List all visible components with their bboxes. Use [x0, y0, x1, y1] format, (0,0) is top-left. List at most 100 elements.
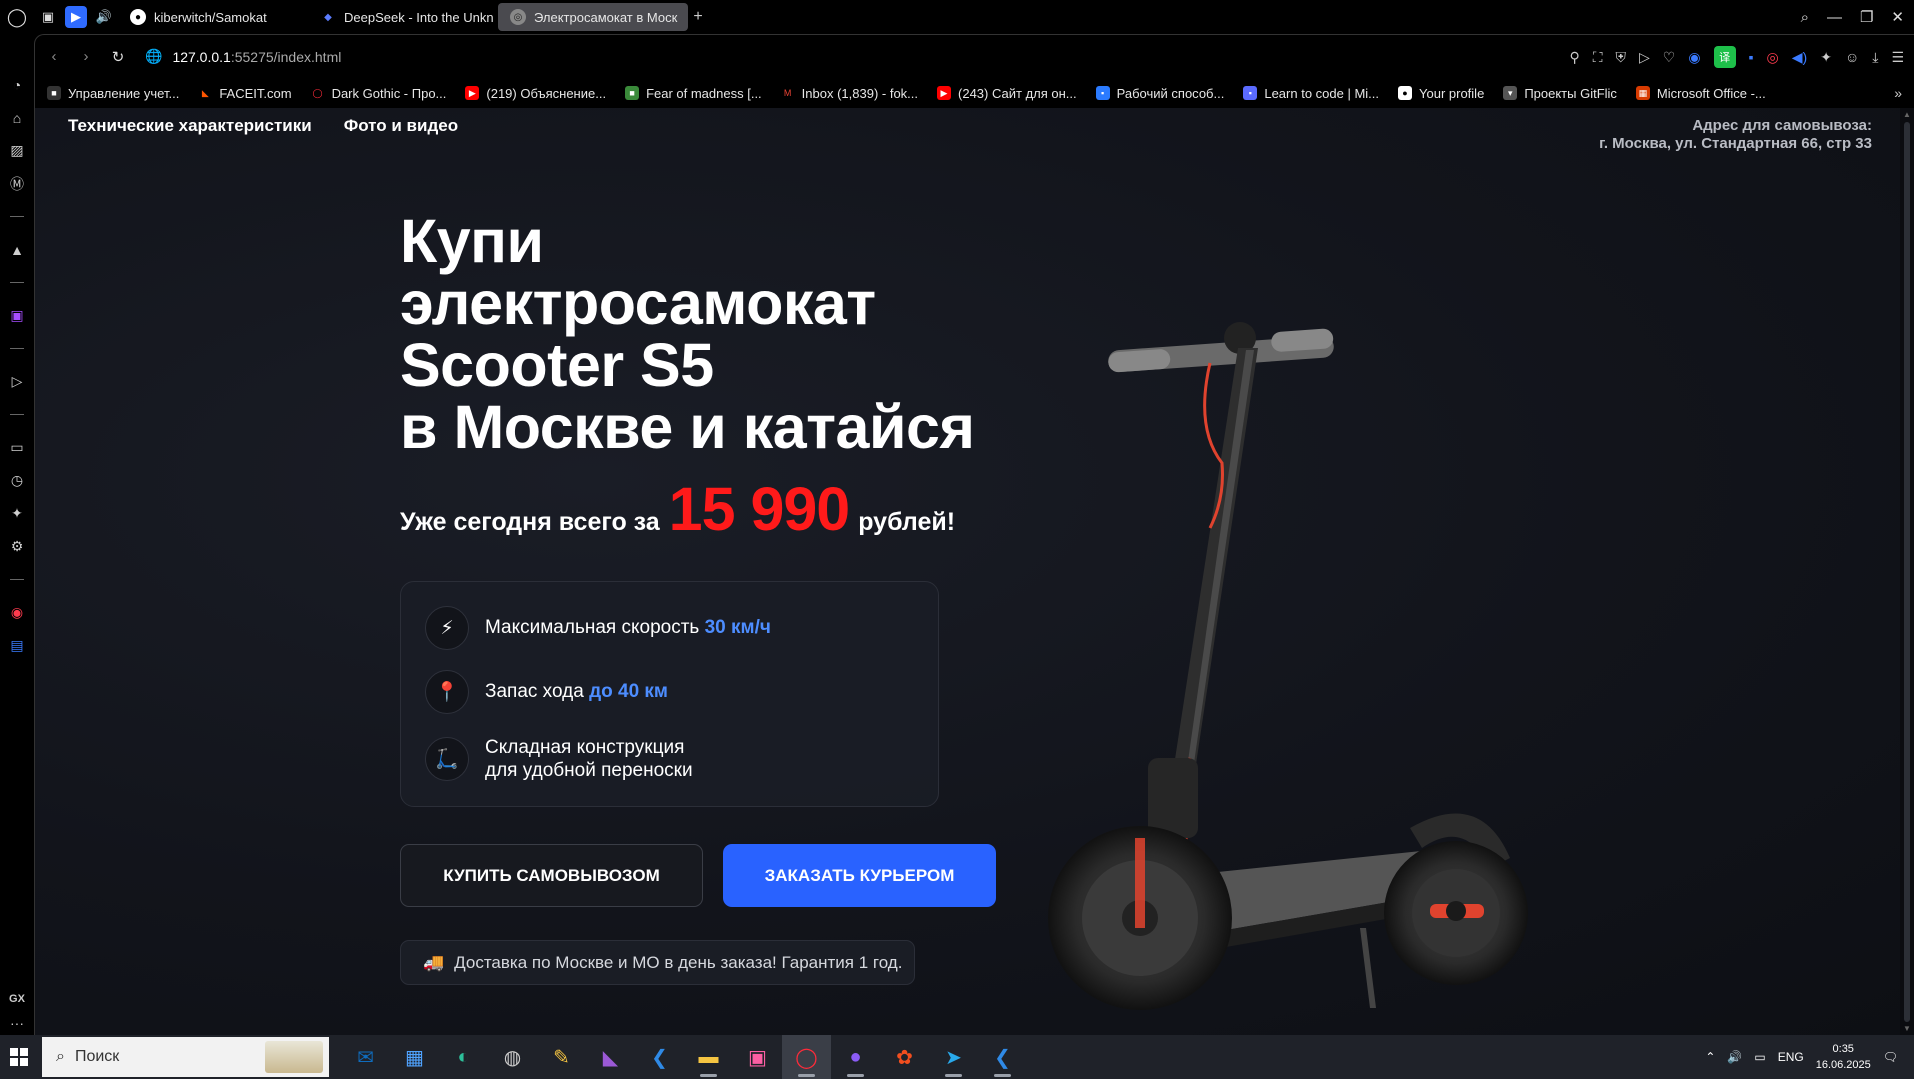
- restore-button[interactable]: ❐: [1860, 8, 1873, 26]
- network-icon[interactable]: ▭: [1754, 1050, 1765, 1064]
- audio-icon[interactable]: ◀): [1792, 49, 1807, 66]
- bookmark-label: Проекты GitFlic: [1524, 85, 1617, 101]
- bookmarks-more-icon[interactable]: »: [1894, 85, 1902, 101]
- pickup-label: Адрес для самовывоза:: [1692, 117, 1872, 134]
- sound-icon[interactable]: 🔊: [93, 6, 115, 28]
- bookmark-item[interactable]: ■ Fear of madness [...: [625, 86, 762, 101]
- shield-icon[interactable]: ⛨: [1616, 49, 1627, 66]
- m-icon[interactable]: Ⓜ: [0, 167, 34, 200]
- heart-icon[interactable]: ♡: [1663, 49, 1676, 66]
- opera-menu-icon[interactable]: ◯: [0, 0, 34, 34]
- vpn-icon[interactable]: ◉: [1688, 49, 1700, 66]
- order-courier-button[interactable]: ЗАКАЗАТЬ КУРЬЕРОМ: [723, 844, 996, 907]
- paint-icon[interactable]: ✎: [537, 1035, 586, 1079]
- bookmark-item[interactable]: ▪ Learn to code | Mi...: [1243, 86, 1379, 101]
- send-icon[interactable]: ▷: [1639, 49, 1650, 66]
- store-icon[interactable]: ▦: [390, 1035, 439, 1079]
- reload-icon[interactable]: ↻: [105, 44, 131, 70]
- url-field[interactable]: 🌐 127.0.0.1:55275/index.html: [145, 48, 341, 65]
- profile-icon[interactable]: ☺: [1845, 49, 1859, 65]
- settings-icon[interactable]: ⚙: [0, 530, 34, 563]
- site-info-icon[interactable]: 🌐: [145, 48, 162, 65]
- forward-icon[interactable]: ›: [73, 44, 99, 70]
- gx-ext-icon[interactable]: ◎: [1767, 49, 1779, 66]
- translate-icon[interactable]: ▤: [0, 629, 34, 662]
- download-icon[interactable]: ⤓: [1872, 49, 1878, 66]
- bookmark-item[interactable]: ▾ Проекты GitFlic: [1503, 86, 1617, 101]
- extensions-icon[interactable]: ✦: [0, 497, 34, 530]
- bookmark-item[interactable]: ▪ Рабочий способ...: [1095, 86, 1224, 101]
- nav-specs-link[interactable]: Технические характеристики: [68, 116, 312, 136]
- tab-github[interactable]: ● kiberwitch/Samokat: [118, 3, 308, 31]
- telegram-icon[interactable]: ➤: [929, 1035, 978, 1079]
- outlook-icon[interactable]: ✉: [341, 1035, 390, 1079]
- close-button[interactable]: ✕: [1891, 8, 1904, 26]
- tray-chevron-icon[interactable]: ⌃: [1705, 1050, 1715, 1064]
- sidebar-divider: [10, 216, 24, 217]
- github-desktop-icon[interactable]: ●: [831, 1035, 880, 1079]
- vscode-icon[interactable]: ❮: [635, 1035, 684, 1079]
- visual-studio-icon[interactable]: ◣: [586, 1035, 635, 1079]
- cube-icon: ■: [625, 86, 640, 100]
- pin-icon[interactable]: ⚲: [1569, 49, 1579, 66]
- player-icon[interactable]: ▶: [65, 6, 87, 28]
- racing-app-icon[interactable]: ◍: [488, 1035, 537, 1079]
- search-tabs-icon[interactable]: ⌕: [1801, 9, 1809, 26]
- notifications-icon[interactable]: 🗨: [1883, 1050, 1898, 1064]
- box-icon[interactable]: ⌂: [0, 101, 34, 134]
- chat-icon: ▪: [1095, 86, 1110, 100]
- bookmark-item[interactable]: ▶ (219) Объяснение...: [465, 86, 606, 101]
- bookmark-item[interactable]: ▦ Microsoft Office -...: [1635, 86, 1766, 101]
- feature-text: для удобной переноски: [485, 760, 693, 781]
- windows-start-icon[interactable]: [0, 1035, 38, 1079]
- opera-gx-icon[interactable]: ◯: [782, 1035, 831, 1079]
- windows-taskbar: ⌕ Поиск ✉ ▦ ◐ ◍ ✎ ◣ ❮ ▬ ▣ ◯ ● ✿ ➤ ❮ ⌃ 🔊 …: [0, 1035, 1914, 1079]
- edge-icon[interactable]: ◐: [439, 1035, 488, 1079]
- aria-icon[interactable]: ▲: [0, 233, 34, 266]
- search-highlight-image: [265, 1041, 323, 1073]
- extensions-icon[interactable]: ✦: [1820, 49, 1832, 66]
- tab-current-page[interactable]: ◎ Электросамокат в Моск: [498, 3, 688, 31]
- clock[interactable]: 0:35 16.06.2025: [1816, 1041, 1871, 1073]
- screenshot-icon[interactable]: ⛶: [1593, 49, 1603, 66]
- language-indicator[interactable]: ENG: [1778, 1050, 1804, 1064]
- bookmark-label: Your profile: [1419, 85, 1485, 101]
- tab-deepseek[interactable]: ◆ DeepSeek - Into the Unkn: [308, 3, 498, 31]
- image-icon[interactable]: ▨: [0, 134, 34, 167]
- easy-setup-icon[interactable]: ☰: [1891, 49, 1904, 66]
- ext-square-icon[interactable]: ▪: [1749, 49, 1754, 65]
- bookmark-item[interactable]: ● Your profile: [1398, 86, 1484, 101]
- bookmark-item[interactable]: ◯ Dark Gothic - Про...: [311, 86, 447, 101]
- bookmark-item[interactable]: ■ Управление учет...: [47, 86, 179, 101]
- scroll-up-icon[interactable]: ▲: [1900, 110, 1914, 119]
- gx-control-icon[interactable]: ◉: [0, 596, 34, 629]
- speed-dial-icon[interactable]: ◔: [0, 68, 34, 101]
- file-explorer-icon[interactable]: ▬: [684, 1035, 733, 1079]
- history-icon[interactable]: ◷: [0, 464, 34, 497]
- bookmark-item[interactable]: ▶ (243) Сайт для он...: [937, 86, 1077, 101]
- buy-pickup-button[interactable]: КУПИТЬ САМОВЫВОЗОМ: [400, 844, 703, 907]
- back-icon[interactable]: ‹: [41, 44, 67, 70]
- player-icon[interactable]: ▷: [0, 365, 34, 398]
- page-scrollbar[interactable]: ▲ ▼: [1900, 108, 1914, 1035]
- snapshot-icon[interactable]: ▣: [37, 6, 59, 28]
- figma-icon[interactable]: ✿: [880, 1035, 929, 1079]
- nav-media-link[interactable]: Фото и видео: [344, 116, 458, 136]
- pycharm-icon[interactable]: ▣: [733, 1035, 782, 1079]
- scroll-down-icon[interactable]: ▼: [1900, 1024, 1914, 1033]
- wallet-icon[interactable]: ▭: [0, 431, 34, 464]
- minimize-button[interactable]: —: [1827, 9, 1842, 26]
- scrollbar-thumb[interactable]: [1904, 122, 1910, 1022]
- deepseek-icon: ◆: [324, 11, 332, 23]
- twitch-icon[interactable]: ▣: [0, 299, 34, 332]
- bookmark-item[interactable]: M Inbox (1,839) - fok...: [781, 86, 918, 101]
- volume-icon[interactable]: 🔊: [1727, 1050, 1742, 1064]
- youtube-icon: ▶: [937, 86, 952, 100]
- translate-ext-icon[interactable]: 译: [1713, 46, 1736, 68]
- taskbar-apps: ✉ ▦ ◐ ◍ ✎ ◣ ❮ ▬ ▣ ◯ ● ✿ ➤ ❮: [341, 1035, 1027, 1079]
- taskbar-search[interactable]: ⌕ Поиск: [42, 1037, 329, 1077]
- bookmark-item[interactable]: ◣ FACEIT.com: [198, 86, 292, 101]
- more-icon[interactable]: ···: [10, 1015, 24, 1031]
- new-tab-button[interactable]: +: [688, 7, 708, 27]
- vscode-window-icon[interactable]: ❮: [978, 1035, 1027, 1079]
